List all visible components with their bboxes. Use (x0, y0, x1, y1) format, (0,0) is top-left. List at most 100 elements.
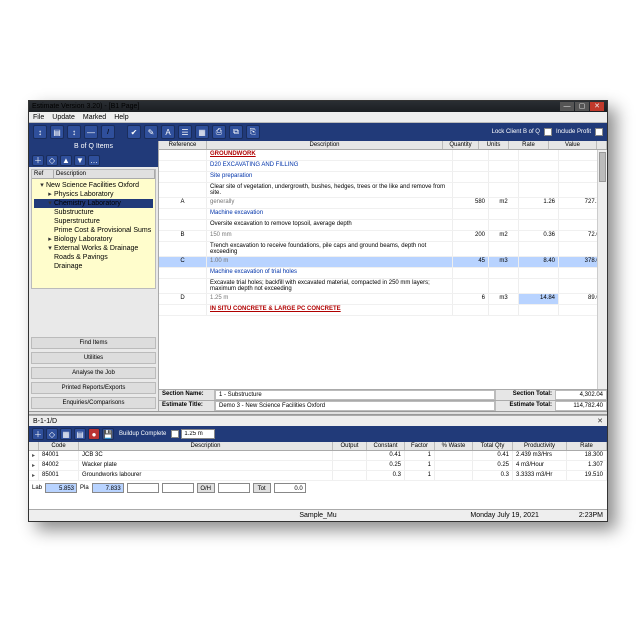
tot-oh-button[interactable]: O/H (197, 483, 215, 493)
titlebar[interactable]: Estimate Version 3.20) - [B1 Page] — ▢ ✕ (29, 101, 607, 112)
tool-2[interactable]: ▤ (50, 125, 64, 139)
buildup-complete-checkbox[interactable] (171, 430, 179, 438)
table-row[interactable]: Machine excavation of trial holes (159, 268, 607, 279)
tree-drainage[interactable]: Drainage (34, 262, 153, 271)
menu-update[interactable]: Update (52, 114, 75, 121)
ltool-doc[interactable]: ▤ (74, 428, 86, 440)
tree-roads[interactable]: Roads & Pavings (34, 253, 153, 262)
col-reference[interactable]: Reference (159, 141, 207, 149)
ltool-grid[interactable]: ▦ (60, 428, 72, 440)
lcol-constant[interactable]: Constant (367, 442, 405, 450)
col-quantity[interactable]: Quantity (443, 141, 479, 149)
tool-f[interactable]: ⧉ (229, 125, 243, 139)
section-name-value[interactable]: 1 - Substructure (215, 390, 495, 400)
tot-empty1[interactable] (127, 483, 159, 493)
tree-more-button[interactable]: … (88, 155, 100, 166)
lcol-totalqty[interactable]: Total Qty (473, 442, 513, 450)
tool-d[interactable]: ▦ (195, 125, 209, 139)
tool-1[interactable]: ↕ (33, 125, 47, 139)
lcol-code[interactable]: Code (39, 442, 79, 450)
tool-e[interactable]: ⎙ (212, 125, 226, 139)
tool-a[interactable]: ✎ (144, 125, 158, 139)
table-row[interactable]: D20 EXCAVATING AND FILLING (159, 161, 607, 172)
table-row[interactable]: D1.25 m6m314.8489.04 (159, 294, 607, 305)
col-description[interactable]: Description (207, 141, 443, 149)
lock-client-checkbox[interactable] (544, 128, 552, 136)
lcol-factor[interactable]: Factor (405, 442, 435, 450)
scrollbar-thumb[interactable] (599, 152, 606, 182)
maximize-button[interactable]: ▢ (575, 102, 589, 111)
lcol-desc[interactable]: Description (79, 442, 333, 450)
col-value[interactable]: Value (549, 141, 597, 149)
ltool-save[interactable]: 💾 (102, 428, 114, 440)
lcol-rate[interactable]: Rate (567, 442, 607, 450)
tot-empty2[interactable] (162, 483, 194, 493)
tree-add-button[interactable]: ＋ (32, 155, 44, 166)
table-row[interactable]: Trench excavation to receive foundations… (159, 242, 607, 257)
tree-substructure[interactable]: Substructure (34, 208, 153, 217)
link-enquiries[interactable]: Enquiries/Comparisons (31, 397, 156, 409)
tree-external[interactable]: ▾External Works & Drainage (34, 244, 153, 253)
table-row[interactable]: IN SITU CONCRETE & LARGE PC CONCRETE (159, 305, 607, 316)
estimate-title-value[interactable]: Demo 3 - New Science Facilities Oxford (215, 401, 495, 411)
project-tree[interactable]: ▾New Science Facilities Oxford ▸Physics … (32, 179, 155, 273)
tool-4[interactable]: — (84, 125, 98, 139)
lcol-waste[interactable]: % Waste (435, 442, 473, 450)
tree-expand-button[interactable]: ◇ (46, 155, 58, 166)
tot-lab-value[interactable]: 5.853 (45, 483, 77, 493)
close-button[interactable]: ✕ (590, 102, 604, 111)
ltool-flag[interactable]: ● (88, 428, 100, 440)
resource-row[interactable]: ▸84002Wacker plate0.2510.254 m3/Hour1.30… (29, 461, 607, 471)
tool-b[interactable]: A (161, 125, 175, 139)
tool-5[interactable]: I (101, 125, 115, 139)
grid-scrollbar[interactable] (597, 150, 607, 389)
col-rate[interactable]: Rate (509, 141, 549, 149)
tree-biology[interactable]: ▸Biology Laboratory (34, 235, 153, 244)
resource-row[interactable]: ▸85001Groundworks labourer0.310.33.3333 … (29, 471, 607, 481)
buildup-value-input[interactable] (181, 429, 215, 439)
tot-pla-value[interactable]: 7.833 (92, 483, 124, 493)
tot-tot-button[interactable]: Tot (253, 483, 271, 493)
lower-close-icon[interactable]: ✕ (597, 417, 603, 425)
lcol-productivity[interactable]: Productivity (513, 442, 567, 450)
tot-oh-value[interactable] (218, 483, 250, 493)
table-row[interactable]: B150 mm200m20.3672.09 (159, 231, 607, 242)
link-utilities[interactable]: Utilities (31, 352, 156, 364)
table-row[interactable]: C1.00 m45m38.40378.00 (159, 257, 607, 268)
table-row[interactable]: GROUNDWORK (159, 150, 607, 161)
tree-up-button[interactable]: ▲ (60, 155, 72, 166)
menu-file[interactable]: File (33, 114, 44, 121)
tool-3[interactable]: ↕ (67, 125, 81, 139)
tot-tot-value[interactable]: 0.0 (274, 483, 306, 493)
tool-c[interactable]: ☰ (178, 125, 192, 139)
table-row[interactable]: Oversite excavation to remove topsoil, a… (159, 220, 607, 231)
cell-constant: 0.41 (367, 451, 405, 460)
menu-marked[interactable]: Marked (83, 114, 106, 121)
link-analyse[interactable]: Analyse the Job (31, 367, 156, 379)
tree-primecost[interactable]: Prime Cost & Provisional Sums (34, 226, 153, 235)
link-reports[interactable]: Printed Reports/Exports (31, 382, 156, 394)
minimize-button[interactable]: — (560, 102, 574, 111)
grid-body[interactable]: GROUNDWORKD20 EXCAVATING AND FILLINGSite… (159, 150, 607, 389)
menu-help[interactable]: Help (114, 114, 128, 121)
table-row[interactable]: Machine excavation (159, 209, 607, 220)
table-row[interactable]: Site preparation (159, 172, 607, 183)
table-row[interactable]: Excavate trial holes; backfill with exca… (159, 279, 607, 294)
tool-check[interactable]: ✔ (127, 125, 141, 139)
tree-chemistry[interactable]: ▾Chemistry Laboratory (34, 199, 153, 208)
table-row[interactable]: Clear site of vegetation, undergrowth, b… (159, 183, 607, 198)
lower-grid-body[interactable]: ▸84001JCB 3C0.4110.412.439 m3/Hrs18.300▸… (29, 451, 607, 481)
resource-row[interactable]: ▸84001JCB 3C0.4110.412.439 m3/Hrs18.300 (29, 451, 607, 461)
table-row[interactable]: Agenerally580m21.26727.19 (159, 198, 607, 209)
link-find[interactable]: Find Items (31, 337, 156, 349)
include-profit-checkbox[interactable] (595, 128, 603, 136)
ltool-add[interactable]: ＋ (32, 428, 44, 440)
col-units[interactable]: Units (479, 141, 509, 149)
tree-root[interactable]: ▾New Science Facilities Oxford (34, 181, 153, 190)
ltool-expand[interactable]: ◇ (46, 428, 58, 440)
tree-physics[interactable]: ▸Physics Laboratory (34, 190, 153, 199)
tree-superstructure[interactable]: Superstructure (34, 217, 153, 226)
lcol-output[interactable]: Output (333, 442, 367, 450)
tree-down-button[interactable]: ▼ (74, 155, 86, 166)
tool-g[interactable]: ⎘ (246, 125, 260, 139)
